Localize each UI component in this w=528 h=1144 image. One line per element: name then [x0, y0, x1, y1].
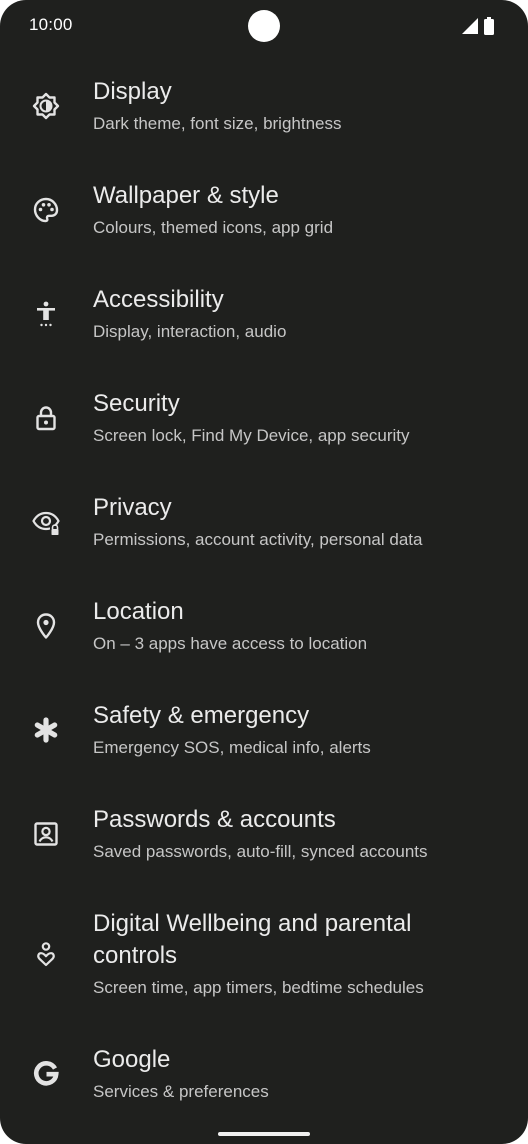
item-subtitle: Saved passwords, auto-fill, synced accou…: [93, 842, 428, 861]
item-title: Display: [93, 78, 172, 105]
accessibility-icon: [31, 299, 61, 329]
settings-item-passwords-accounts[interactable]: Passwords & accounts Saved passwords, au…: [0, 780, 528, 884]
item-subtitle: Screen lock, Find My Device, app securit…: [93, 426, 410, 445]
item-subtitle: Screen time, app timers, bedtime schedul…: [93, 978, 424, 997]
item-title: Safety & emergency: [93, 702, 310, 729]
item-title: Location: [93, 598, 184, 625]
settings-item-safety-emergency[interactable]: Safety & emergency Emergency SOS, medica…: [0, 676, 528, 780]
item-title-line2: controls: [93, 942, 178, 969]
settings-item-location[interactable]: Location On – 3 apps have access to loca…: [0, 572, 528, 676]
settings-item-security[interactable]: Security Screen lock, Find My Device, ap…: [0, 364, 528, 468]
item-subtitle: Services & preferences: [93, 1082, 269, 1101]
camera-cutout: [248, 10, 280, 42]
lock-icon: [31, 403, 61, 433]
eye-lock-icon: [31, 507, 61, 537]
item-subtitle: Display, interaction, audio: [93, 322, 287, 341]
settings-list: Display Dark theme, font size, brightnes…: [0, 52, 528, 1124]
asterisk-icon: [31, 715, 61, 745]
item-subtitle: Colours, themed icons, app grid: [93, 218, 334, 237]
settings-item-display[interactable]: Display Dark theme, font size, brightnes…: [0, 52, 528, 156]
item-title: Accessibility: [93, 286, 224, 313]
settings-item-accessibility[interactable]: Accessibility Display, interaction, audi…: [0, 260, 528, 364]
brightness-icon: [31, 91, 61, 121]
settings-item-google[interactable]: Google Services & preferences: [0, 1020, 528, 1124]
status-time: 10:00: [29, 15, 73, 34]
item-subtitle: Dark theme, font size, brightness: [93, 114, 342, 133]
item-title: Google: [93, 1046, 171, 1073]
item-title: Wallpaper & style: [93, 182, 279, 209]
account-box-icon: [31, 819, 61, 849]
item-subtitle: Permissions, account activity, personal …: [93, 530, 423, 549]
location-pin-icon: [31, 611, 61, 641]
phone-screen: 10:00 Display Dark theme, font size, bri…: [0, 0, 528, 1144]
wellbeing-icon: [31, 939, 61, 969]
settings-item-privacy[interactable]: Privacy Permissions, account activity, p…: [0, 468, 528, 572]
settings-item-wallpaper-style[interactable]: Wallpaper & style Colours, themed icons,…: [0, 156, 528, 260]
status-bar: 10:00: [0, 0, 528, 52]
settings-item-digital-wellbeing[interactable]: Digital Wellbeing and parental controls …: [0, 884, 528, 1020]
google-icon: [31, 1059, 61, 1089]
item-title-line1: Digital Wellbeing and parental: [93, 910, 412, 937]
item-title: Security: [93, 390, 180, 417]
item-title: Privacy: [93, 494, 172, 521]
status-icons: [462, 17, 494, 35]
item-subtitle: On – 3 apps have access to location: [93, 634, 368, 653]
home-indicator[interactable]: [218, 1132, 310, 1136]
item-title: Passwords & accounts: [93, 806, 336, 833]
signal-icon: [462, 18, 478, 34]
palette-icon: [31, 195, 61, 225]
battery-icon: [484, 17, 494, 35]
item-subtitle: Emergency SOS, medical info, alerts: [93, 738, 371, 757]
